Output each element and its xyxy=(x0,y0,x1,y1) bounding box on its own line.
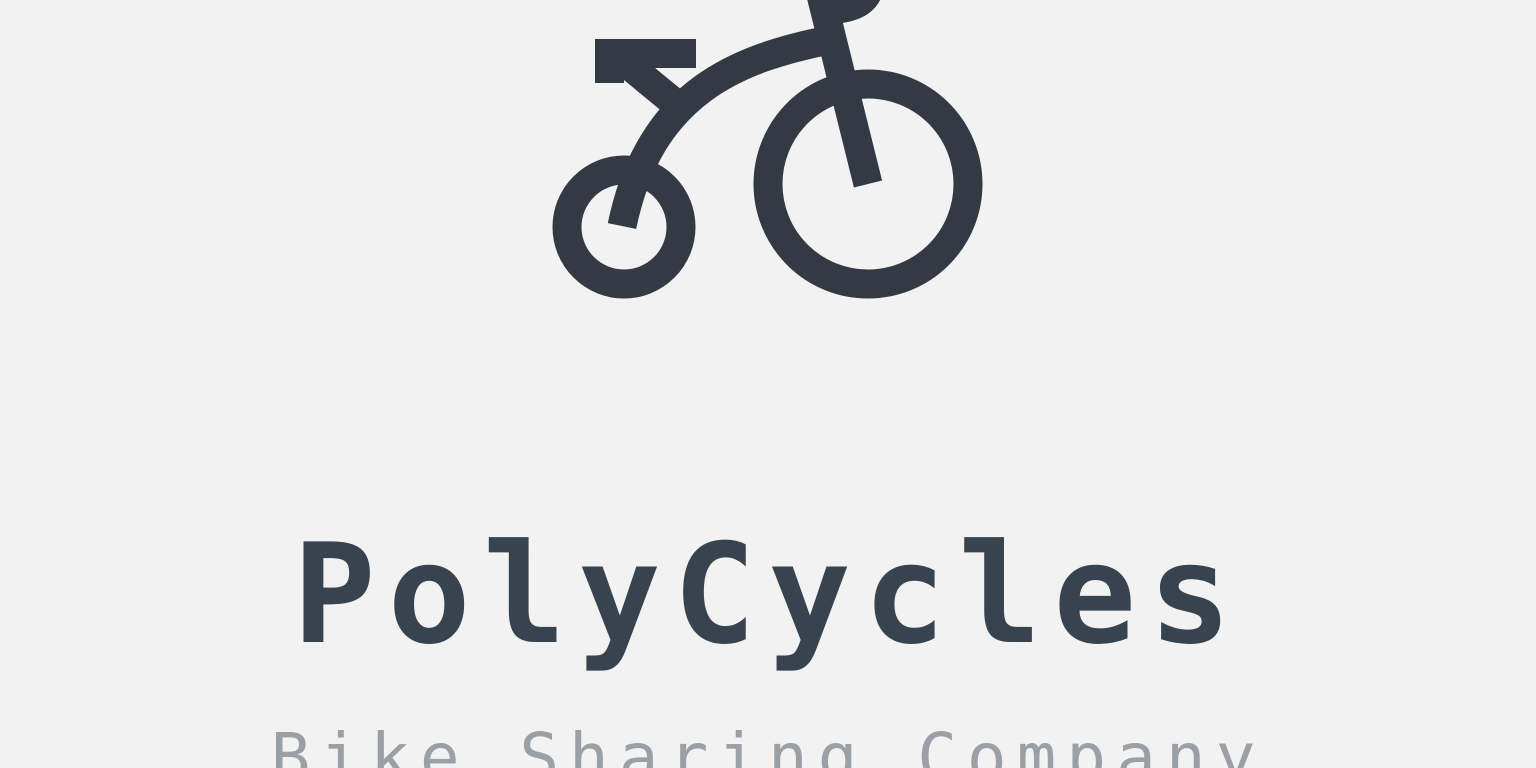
handlebar xyxy=(810,0,880,28)
brand-tagline: Bike Sharing Company xyxy=(270,719,1266,768)
brand-title: PolyCycles xyxy=(292,514,1244,675)
splash-page: PolyCycles Bike Sharing Company xyxy=(0,0,1536,768)
bicycle-icon xyxy=(552,0,983,299)
